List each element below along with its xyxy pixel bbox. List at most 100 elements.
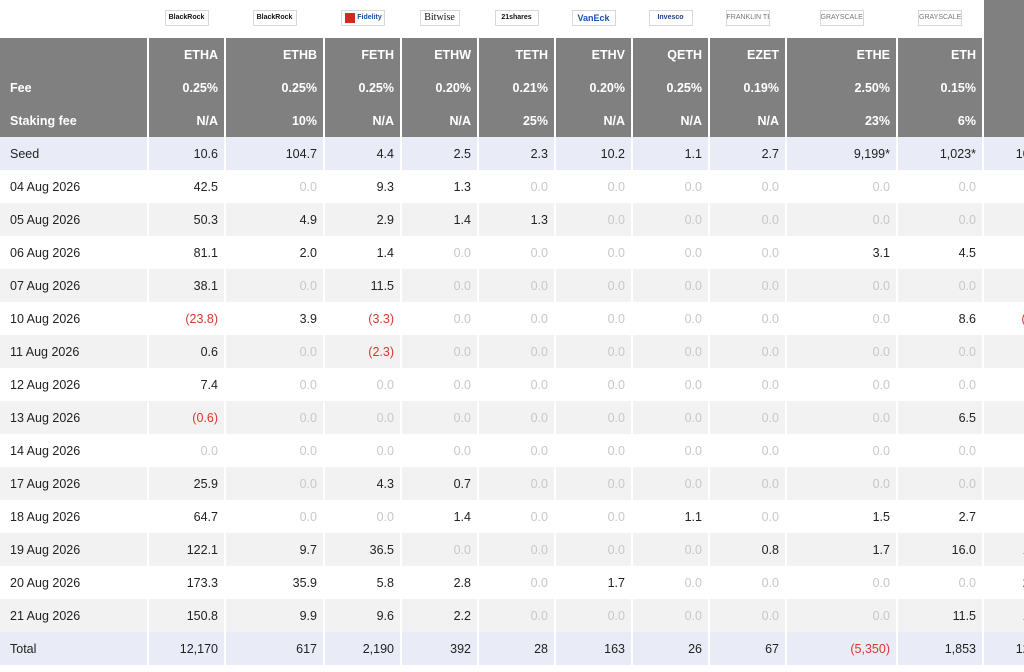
row-total-cell: 184.0: [984, 599, 1024, 632]
row-label: 04 Aug 2026: [0, 170, 147, 203]
flow-cell: 4.4: [325, 137, 400, 170]
logo-row: BlackRock BlackRock Fidelity Bitwise 21share…: [0, 0, 1024, 38]
grayscale-logo: GRAYSCALE: [819, 9, 864, 26]
flow-cell: 0.0: [898, 434, 982, 467]
flow-cell: (2.3): [325, 335, 400, 368]
flow-cell: 163: [556, 632, 631, 665]
row-label: 13 Aug 2026: [0, 401, 147, 434]
flow-cell: (0.6): [149, 401, 224, 434]
bitwise-logo: Bitwise: [419, 9, 460, 26]
flow-cell: 1,023*: [898, 137, 982, 170]
etf-flows-table: BlackRock BlackRock Fidelity Bitwise 21share…: [0, 0, 1024, 665]
flow-cell: 0.0: [402, 236, 477, 269]
row-label: 12 Aug 2026: [0, 368, 147, 401]
flow-cell: 1,853: [898, 632, 982, 665]
fee-value: 0.15%: [898, 71, 982, 104]
flow-cell: 0.0: [787, 467, 896, 500]
flow-cell: 0.0: [787, 269, 896, 302]
flow-cell: 36.5: [325, 533, 400, 566]
fidelity-logo: Fidelity: [340, 9, 385, 26]
staking-fee-value: 25%: [479, 104, 554, 137]
table-row: 05 Aug 2026 50.3 4.9 2.9 1.4 1.3 0.0 0.0 0.0 0.0 0…: [0, 203, 1024, 236]
flow-cell: (3.3): [325, 302, 400, 335]
flow-cell: 0.0: [898, 269, 982, 302]
flow-cell: 0.0: [710, 566, 785, 599]
flow-cell: 0.0: [325, 401, 400, 434]
flow-cell: 0.0: [633, 599, 708, 632]
row-total-cell: 12,154: [984, 632, 1024, 665]
flow-cell: 0.0: [149, 434, 224, 467]
flow-cell: 0.0: [479, 401, 554, 434]
staking-fee-value: 23%: [787, 104, 896, 137]
fee-value: 0.25%: [226, 71, 323, 104]
staking-fee-value: 10%: [226, 104, 323, 137]
staking-fee-value: N/A: [633, 104, 708, 137]
flow-cell: 2.7: [710, 137, 785, 170]
flow-cell: 150.8: [149, 599, 224, 632]
flow-cell: 0.0: [633, 467, 708, 500]
flow-cell: 10.6: [149, 137, 224, 170]
flow-cell: 81.1: [149, 236, 224, 269]
flow-cell: 0.0: [633, 236, 708, 269]
staking-fee-value: N/A: [149, 104, 224, 137]
flow-cell: 7.4: [149, 368, 224, 401]
flow-cell: 2.7: [898, 500, 982, 533]
flow-cell: 0.0: [556, 269, 631, 302]
flow-cell: 0.0: [479, 599, 554, 632]
row-total-cell: 49.6: [984, 269, 1024, 302]
flow-cell: 0.0: [710, 170, 785, 203]
flow-cell: 0.0: [479, 566, 554, 599]
blank-cell: [984, 38, 1024, 71]
flow-cell: 0.0: [787, 170, 896, 203]
ticker-header: EZET: [710, 38, 785, 71]
table-row: 10 Aug 2026 (23.8) 3.9 (3.3) 0.0 0.0 0.0 0.0 0.0…: [0, 302, 1024, 335]
flow-cell: 1.5: [787, 500, 896, 533]
flow-cell: 25.9: [149, 467, 224, 500]
flow-cell: 2.9: [325, 203, 400, 236]
flow-cell: 0.0: [898, 368, 982, 401]
flow-cell: 0.0: [556, 401, 631, 434]
blank-cell: [984, 104, 1024, 137]
fidelity-mark-icon: [345, 12, 356, 23]
blackrock-logo: BlackRock: [164, 9, 209, 26]
table-row: Total 12,170 617 2,190 392 28 163 26 67 (5,350) 1,…: [0, 632, 1024, 665]
flow-cell: 0.0: [556, 170, 631, 203]
logo-cell: Bitwise: [402, 0, 477, 38]
flow-cell: 0.0: [633, 269, 708, 302]
flow-cell: 0.0: [556, 434, 631, 467]
logo-cell: VanEck: [556, 0, 631, 38]
flow-cell: 0.0: [226, 269, 323, 302]
row-label: 14 Aug 2026: [0, 434, 147, 467]
flow-cell: 122.1: [149, 533, 224, 566]
flow-cell: 4.9: [226, 203, 323, 236]
logo-cell: Invesco: [633, 0, 708, 38]
row-label: 07 Aug 2026: [0, 269, 147, 302]
flow-cell: 0.0: [633, 434, 708, 467]
flow-cell: 28: [479, 632, 554, 665]
row-total-cell: 186.8: [984, 533, 1024, 566]
flow-cell: 0.0: [633, 302, 708, 335]
flow-cell: 0.0: [787, 335, 896, 368]
flow-cell: 0.0: [710, 236, 785, 269]
flow-cell: 0.0: [898, 335, 982, 368]
flow-cell: 0.0: [710, 269, 785, 302]
flow-cell: 1.7: [787, 533, 896, 566]
flow-cell: 0.0: [556, 599, 631, 632]
table-row: 21 Aug 2026 150.8 9.9 9.6 2.2 0.0 0.0 0.0 0.0 0.0…: [0, 599, 1024, 632]
flow-cell: 0.0: [898, 170, 982, 203]
flow-cell: 0.0: [787, 599, 896, 632]
flow-cell: 0.0: [787, 302, 896, 335]
row-label: 10 Aug 2026: [0, 302, 147, 335]
flow-cell: 4.3: [325, 467, 400, 500]
flow-cell: 38.1: [149, 269, 224, 302]
grayscale-logo: GRAYSCALE: [918, 9, 962, 26]
logo-cell: BlackRock: [226, 0, 323, 38]
row-total-cell: 5.9: [984, 401, 1024, 434]
flow-cell: 6.5: [898, 401, 982, 434]
flow-cell: 2.0: [226, 236, 323, 269]
flow-cell: 0.0: [556, 203, 631, 236]
logo-cell: Fidelity: [325, 0, 400, 38]
flow-cell: 50.3: [149, 203, 224, 236]
row-total-cell: 219.5: [984, 566, 1024, 599]
flow-cell: 2.8: [402, 566, 477, 599]
